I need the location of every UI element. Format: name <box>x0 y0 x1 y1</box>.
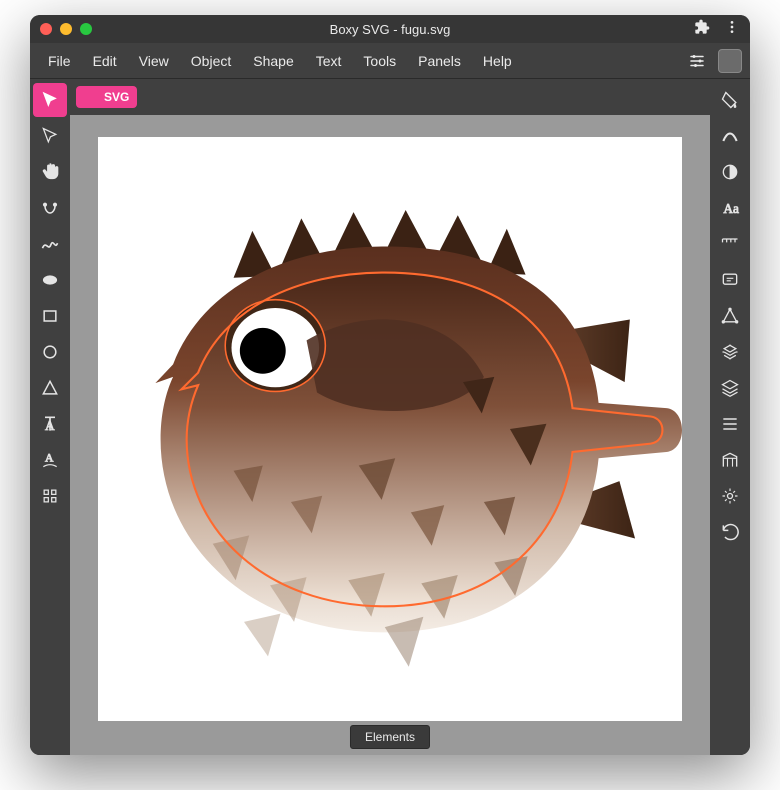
svg-text:A: A <box>45 418 55 433</box>
path-panel-button[interactable] <box>713 299 747 333</box>
arrangement-panel-button[interactable] <box>713 335 747 369</box>
svg-badge-label: SVG <box>104 90 129 104</box>
view-tool[interactable] <box>33 479 67 513</box>
triangle-tool[interactable] <box>33 371 67 405</box>
titlebar: Boxy SVG - fugu.svg <box>30 15 750 43</box>
library-panel-button[interactable] <box>713 443 747 477</box>
artboard[interactable] <box>98 137 682 721</box>
layers-panel-button[interactable] <box>713 371 747 405</box>
menu-panels[interactable]: Panels <box>408 47 471 75</box>
minimize-window-button[interactable] <box>60 23 72 35</box>
ellipse-tool[interactable] <box>33 335 67 369</box>
panels-column: Aa <box>710 79 750 755</box>
more-icon[interactable] <box>724 19 740 40</box>
menu-object[interactable]: Object <box>181 47 241 75</box>
history-panel-button[interactable] <box>713 515 747 549</box>
settings-sliders-icon[interactable] <box>686 50 708 72</box>
menubar: File Edit View Object Shape Text Tools P… <box>30 43 750 79</box>
fill-panel-button[interactable] <box>713 83 747 117</box>
pan-tool[interactable] <box>33 155 67 189</box>
freehand-tool[interactable] <box>33 227 67 261</box>
text-tool[interactable]: A <box>33 407 67 441</box>
extension-icon[interactable] <box>694 19 710 40</box>
select-tool[interactable] <box>33 83 67 117</box>
menu-help[interactable]: Help <box>473 47 522 75</box>
meta-panel-button[interactable] <box>713 263 747 297</box>
shape-builder-tool[interactable] <box>33 191 67 225</box>
tools-column: A A <box>30 79 70 755</box>
window-title: Boxy SVG - fugu.svg <box>30 22 750 37</box>
asterisk-icon <box>84 90 98 104</box>
elements-tab[interactable]: Elements <box>350 725 430 749</box>
typography-panel-button[interactable]: Aa <box>713 191 747 225</box>
menu-edit[interactable]: Edit <box>83 47 127 75</box>
menu-tools[interactable]: Tools <box>353 47 406 75</box>
close-window-button[interactable] <box>40 23 52 35</box>
generators-panel-button[interactable] <box>713 479 747 513</box>
svg-badge[interactable]: SVG <box>76 86 137 108</box>
menu-text[interactable]: Text <box>306 47 352 75</box>
current-color-swatch[interactable] <box>718 49 742 73</box>
text-path-tool[interactable]: A <box>33 443 67 477</box>
canvas-area[interactable]: Elements <box>70 115 710 755</box>
compositing-panel-button[interactable] <box>713 155 747 189</box>
svg-text:Aa: Aa <box>723 201 739 216</box>
workarea: A A SVG <box>30 79 750 755</box>
zoom-window-button[interactable] <box>80 23 92 35</box>
fugu-illustration[interactable] <box>98 137 682 721</box>
stroke-panel-button[interactable] <box>713 119 747 153</box>
geometry-panel-button[interactable] <box>713 227 747 261</box>
rectangle-tool[interactable] <box>33 299 67 333</box>
app-window: Boxy SVG - fugu.svg File Edit View Objec… <box>30 15 750 755</box>
menu-view[interactable]: View <box>129 47 179 75</box>
menu-file[interactable]: File <box>38 47 81 75</box>
tool-options-bar: SVG <box>70 79 710 115</box>
edit-tool[interactable] <box>33 119 67 153</box>
menu-shape[interactable]: Shape <box>243 47 303 75</box>
canvas-wrap: SVG <box>70 79 710 755</box>
objects-panel-button[interactable] <box>713 407 747 441</box>
blob-tool[interactable] <box>33 263 67 297</box>
svg-text:A: A <box>45 452 54 465</box>
window-controls <box>40 23 92 35</box>
